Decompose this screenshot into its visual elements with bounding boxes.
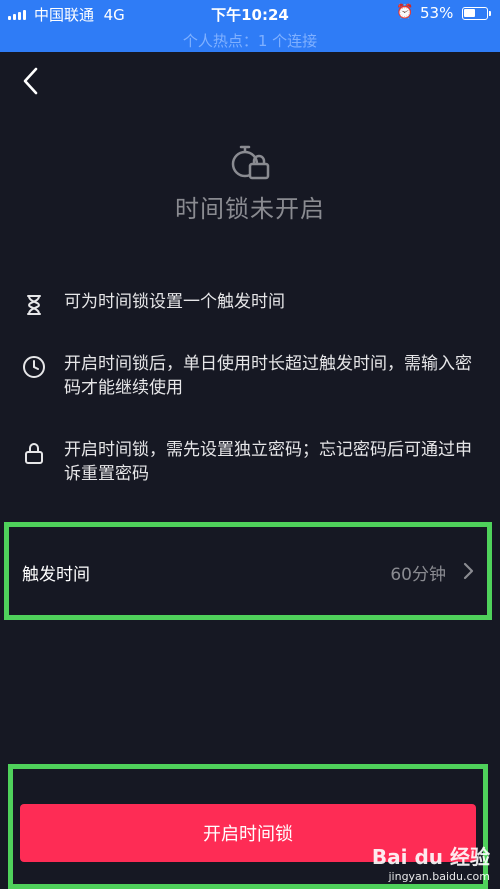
battery-icon bbox=[462, 7, 491, 20]
battery-fill bbox=[464, 9, 475, 17]
trigger-time-label: 触发时间 bbox=[22, 565, 90, 585]
feature-text: 开启时间锁后，单日使用时长超过触发时间，需输入密码才能继续使用 bbox=[64, 354, 472, 398]
page-title: 时间锁未开启 bbox=[175, 195, 325, 223]
battery-percent: 53% bbox=[420, 4, 454, 22]
hotspot-banner[interactable]: 个人热点：1 个连接 bbox=[0, 30, 500, 51]
trigger-time-row[interactable]: 触发时间 60分钟 bbox=[4, 522, 492, 620]
baidu-watermark: Bai du 经验 jingyan.baidu.com bbox=[372, 841, 490, 883]
chevron-right-icon bbox=[463, 562, 474, 580]
status-bar: 中国联通 4G 下午10:24 ⏰ 53% 个人热点：1 个连接 bbox=[0, 0, 500, 52]
trigger-time-value: 60分钟 bbox=[390, 565, 446, 585]
back-button[interactable] bbox=[18, 66, 48, 96]
chevron-left-icon bbox=[23, 67, 38, 95]
timer-lock-icon bbox=[228, 142, 272, 182]
watermark-logo: Bai du 经验 bbox=[371, 845, 490, 869]
clock-icon bbox=[22, 355, 46, 379]
hourglass-icon bbox=[22, 293, 46, 317]
feature-text: 可为时间锁设置一个触发时间 bbox=[64, 292, 285, 312]
feature-text: 开启时间锁，需先设置独立密码；忘记密码后可通过申诉重置密码 bbox=[64, 440, 472, 484]
alarm-icon: ⏰ bbox=[396, 4, 414, 20]
lock-icon bbox=[22, 441, 46, 465]
watermark-url: jingyan.baidu.com bbox=[388, 870, 490, 883]
